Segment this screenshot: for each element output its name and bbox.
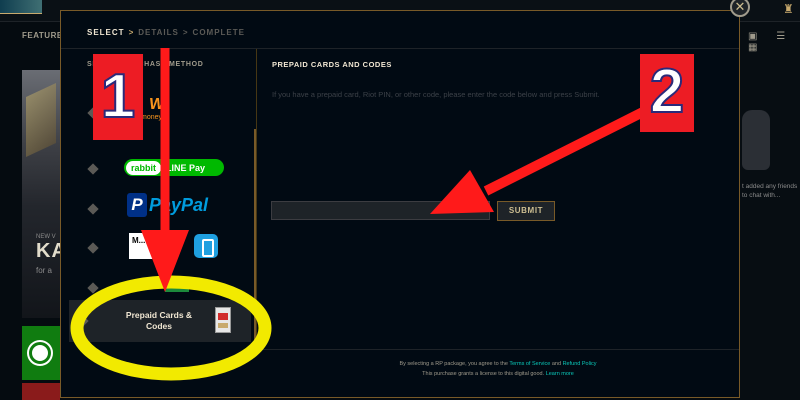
terms-of-service-link[interactable]: Terms of Service xyxy=(509,361,550,367)
payment-option-prepaid-cards[interactable]: Prepaid Cards & Codes xyxy=(69,300,251,342)
seven-eleven-logo-icon xyxy=(165,280,189,292)
legal-notice: By selecting a RP package, you agree to … xyxy=(257,361,739,367)
learn-more-link[interactable]: Learn more xyxy=(546,371,574,377)
payment-method-title: SELECT PURCHASE METHOD xyxy=(87,61,204,68)
diamond-icon xyxy=(87,107,99,119)
diamond-icon xyxy=(87,163,99,175)
prepaid-cards-label: Prepaid Cards & Codes xyxy=(125,310,193,331)
payment-option-truemoney[interactable]: W money xyxy=(79,96,249,130)
license-notice: This purchase grants a license to this d… xyxy=(257,371,739,377)
mpay-logo: M... Pa... xyxy=(129,233,171,259)
promo-tile[interactable] xyxy=(22,383,60,400)
content-description: If you have a prepaid card, Riot PIN, or… xyxy=(272,90,600,99)
legal-text-and: and xyxy=(551,361,562,367)
breadcrumb: SELECT > DETAILS > COMPLETE xyxy=(87,28,245,37)
linepay-logo: rabbit LINE Pay xyxy=(124,159,224,176)
rabbit-label: rabbit xyxy=(126,160,162,175)
paypal-label: PayPal xyxy=(149,195,209,215)
mobile-phone-icon xyxy=(194,234,218,258)
scrollbar[interactable] xyxy=(254,129,256,349)
featured-banner-subtitle: for a xyxy=(36,266,53,275)
truemoney-label: money xyxy=(141,114,163,121)
social-mascot-image xyxy=(742,110,770,170)
xbox-icon xyxy=(29,342,51,364)
breadcrumb-separator: > xyxy=(182,28,189,37)
featured-banner-art[interactable] xyxy=(22,70,60,318)
diamond-icon xyxy=(77,315,89,327)
paypal-icon: P xyxy=(127,193,147,217)
footer-divider xyxy=(257,349,739,350)
tab-featured[interactable]: FEATURE xyxy=(22,31,63,40)
breadcrumb-details: DETAILS xyxy=(138,28,179,37)
content-title: PREPAID CARDS AND CODES xyxy=(272,60,392,69)
social-panel xyxy=(740,22,800,400)
payment-method-list: SELECT PURCHASE METHOD W money rabbit LI… xyxy=(61,49,257,349)
diamond-icon xyxy=(87,203,99,215)
prepaid-card-icon xyxy=(215,307,231,333)
purchase-modal: SELECT > DETAILS > COMPLETE SELECT PURCHASE … xyxy=(60,10,740,398)
gear-icon[interactable]: ♜ xyxy=(783,2,794,16)
breadcrumb-separator: > xyxy=(128,28,135,37)
profile-banner[interactable] xyxy=(0,0,42,14)
payment-option-mpay[interactable]: M... Pa... xyxy=(79,231,249,265)
truemoney-logo-icon: W xyxy=(147,96,166,113)
linepay-label: LINE Pay xyxy=(166,162,206,173)
diamond-icon xyxy=(87,242,99,254)
social-toolbar-icons[interactable]: ▣ ☰ ▦ xyxy=(748,31,800,53)
payment-option-linepay[interactable]: rabbit LINE Pay xyxy=(79,152,249,186)
submit-button[interactable]: SUBMIT xyxy=(497,201,555,221)
social-empty-text: t added any friends to chat with... xyxy=(742,183,798,199)
breadcrumb-complete: COMPLETE xyxy=(192,28,245,37)
champion-art xyxy=(26,83,56,157)
legal-text: By selecting a RP package, you agree to … xyxy=(399,361,508,367)
breadcrumb-select: SELECT xyxy=(87,28,125,37)
payment-option-paypal[interactable]: P PayPal xyxy=(79,192,249,226)
refund-policy-link[interactable]: Refund Policy xyxy=(563,361,597,367)
license-text: This purchase grants a license to this d… xyxy=(422,371,545,377)
code-input[interactable] xyxy=(271,201,490,220)
diamond-icon xyxy=(87,282,99,294)
